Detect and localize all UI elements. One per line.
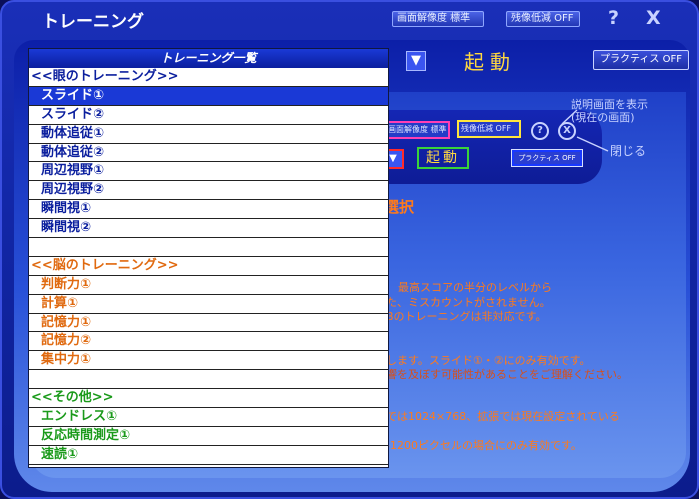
dropdown-spacer bbox=[29, 370, 388, 390]
dropdown-option[interactable]: 動体追従① bbox=[29, 125, 388, 144]
practice-toggle-button[interactable]: プラクティス OFF bbox=[593, 50, 689, 70]
desc-line: 響を及ぼす可能性があることをご理解ください。 bbox=[386, 368, 628, 381]
help-icon[interactable]: ? bbox=[608, 7, 619, 29]
training-window: トレーニング 画面解像度 標準 残像低減 OFF ? X ▼ 起動 プラクティス… bbox=[0, 0, 699, 499]
ghost-reduction-toggle[interactable]: 残像低減 OFF bbox=[506, 11, 580, 27]
dropdown-option[interactable]: 瞬間視① bbox=[29, 200, 388, 220]
dropdown-option[interactable]: 反応時間測定① bbox=[29, 427, 388, 446]
close-icon[interactable]: X bbox=[646, 7, 661, 29]
preview-start-label: 起動 bbox=[417, 147, 469, 169]
dropdown-option[interactable]: 瞬間視② bbox=[29, 219, 388, 239]
preview-ghost-chip: 残像低減 OFF bbox=[457, 120, 521, 138]
callout-help: 説明画面を表示 (現在の画面) bbox=[571, 98, 648, 124]
window-title: トレーニング bbox=[42, 12, 144, 32]
desc-line: -1200ピクセルの場合にのみ有効です。 bbox=[386, 439, 582, 452]
desc-line: Bのトレーニングは非対応です。 bbox=[386, 310, 547, 323]
desc-line: 最高スコアの半分のレベルから bbox=[398, 281, 552, 294]
dropdown-option[interactable]: 判断力① bbox=[29, 276, 388, 295]
training-select-chevron-down-icon[interactable]: ▼ bbox=[406, 51, 426, 71]
dropdown-category: <<脳のトレーニング>> bbox=[29, 257, 388, 276]
resolution-toggle[interactable]: 画面解像度 標準 bbox=[392, 11, 484, 27]
dropdown-list: <<眼のトレーニング>> スライド① スライド② 動体追従① 動体追従② 周辺視野① 周辺視… bbox=[29, 68, 388, 465]
dropdown-option[interactable]: 速読① bbox=[29, 446, 388, 465]
preview-practice-label: プラクティス OFF bbox=[511, 149, 583, 167]
dropdown-option[interactable]: スライド② bbox=[29, 106, 388, 125]
dropdown-option[interactable]: エンドレス① bbox=[29, 408, 388, 427]
dropdown-option[interactable]: スライド① bbox=[29, 86, 388, 106]
dropdown-option[interactable]: 周辺視野① bbox=[29, 162, 388, 182]
dropdown-option[interactable]: 記憶力② bbox=[29, 332, 388, 352]
callout-help-line2: (現在の画面) bbox=[571, 111, 635, 124]
dropdown-option[interactable]: 動体追従② bbox=[29, 144, 388, 163]
dropdown-header: トレーニング一覧 bbox=[29, 49, 388, 68]
dropdown-category: <<その他>> bbox=[29, 389, 388, 409]
training-list-dropdown[interactable]: トレーニング一覧 <<眼のトレーニング>> スライド① スライド② 動体追従① 動体追従… bbox=[28, 48, 389, 468]
start-button[interactable]: 起動 bbox=[464, 46, 516, 75]
dropdown-option[interactable]: 周辺視野② bbox=[29, 181, 388, 201]
dropdown-option[interactable]: 集中力① bbox=[29, 351, 388, 371]
preview-help-icon: ? bbox=[531, 122, 549, 140]
callout-close: 閉じる bbox=[610, 144, 647, 158]
desc-line: では1024×768、拡張では現在設定されている bbox=[386, 410, 620, 423]
dropdown-category: <<眼のトレーニング>> bbox=[29, 68, 388, 87]
callout-help-line1: 説明画面を表示 bbox=[571, 98, 648, 111]
dropdown-option[interactable]: 記憶力① bbox=[29, 314, 388, 333]
dropdown-spacer bbox=[29, 238, 388, 257]
dropdown-option[interactable]: 計算① bbox=[29, 295, 388, 314]
preview-close-icon: X bbox=[558, 122, 576, 140]
title-bar: トレーニング 画面解像度 標準 残像低減 OFF ? X bbox=[2, 2, 697, 36]
preview-resolution-chip: 画面解像度 標準 bbox=[384, 121, 450, 139]
